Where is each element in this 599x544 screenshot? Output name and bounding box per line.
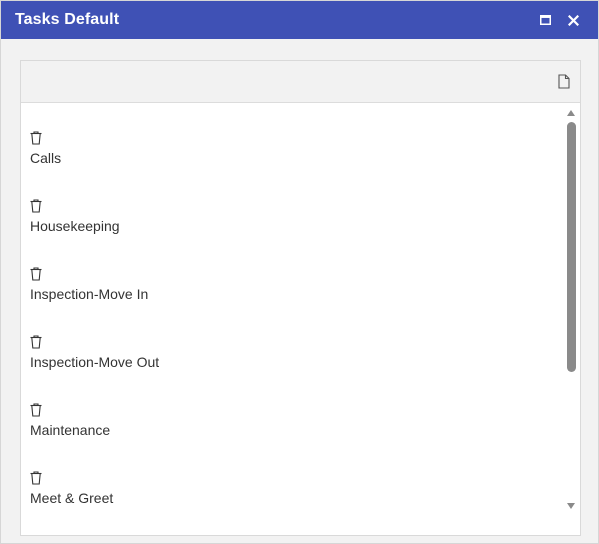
delete-button[interactable] bbox=[30, 131, 42, 145]
trash-icon bbox=[30, 267, 42, 281]
dialog-title: Tasks Default bbox=[15, 11, 120, 28]
new-task-button[interactable] bbox=[558, 74, 570, 89]
trash-icon bbox=[30, 471, 42, 485]
delete-button[interactable] bbox=[30, 471, 42, 485]
trash-icon bbox=[30, 403, 42, 417]
trash-icon bbox=[30, 335, 42, 349]
tasks-panel: Calls Housekeeping Inspection-Move In In… bbox=[20, 60, 581, 536]
tasks-default-dialog: Tasks Default Calls Housekeeping Inspect… bbox=[0, 0, 599, 544]
scroll-down-arrow-icon[interactable] bbox=[567, 503, 575, 509]
delete-button[interactable] bbox=[30, 403, 42, 417]
task-label: Meet & Greet bbox=[30, 490, 114, 506]
trash-icon bbox=[30, 131, 42, 145]
delete-button[interactable] bbox=[30, 335, 42, 349]
delete-button[interactable] bbox=[30, 267, 42, 281]
vertical-scrollbar[interactable] bbox=[564, 104, 578, 536]
task-label: Inspection-Move In bbox=[30, 286, 149, 302]
title-bar: Tasks Default bbox=[1, 1, 598, 39]
task-label: Inspection-Move Out bbox=[30, 354, 160, 370]
panel-toolbar bbox=[21, 61, 580, 103]
close-button[interactable] bbox=[566, 13, 580, 27]
task-label: Calls bbox=[30, 150, 62, 166]
new-document-icon bbox=[558, 74, 570, 89]
task-label: Maintenance bbox=[30, 422, 111, 438]
delete-button[interactable] bbox=[30, 199, 42, 213]
task-label: Housekeeping bbox=[30, 218, 120, 234]
window-controls bbox=[538, 1, 580, 39]
trash-icon bbox=[30, 199, 42, 213]
close-icon bbox=[567, 14, 579, 26]
scrollbar-thumb[interactable] bbox=[567, 122, 576, 372]
maximize-icon bbox=[539, 15, 551, 25]
task-list: Calls Housekeeping Inspection-Move In In… bbox=[21, 104, 566, 536]
scroll-up-arrow-icon[interactable] bbox=[567, 110, 575, 116]
maximize-button[interactable] bbox=[538, 13, 552, 27]
